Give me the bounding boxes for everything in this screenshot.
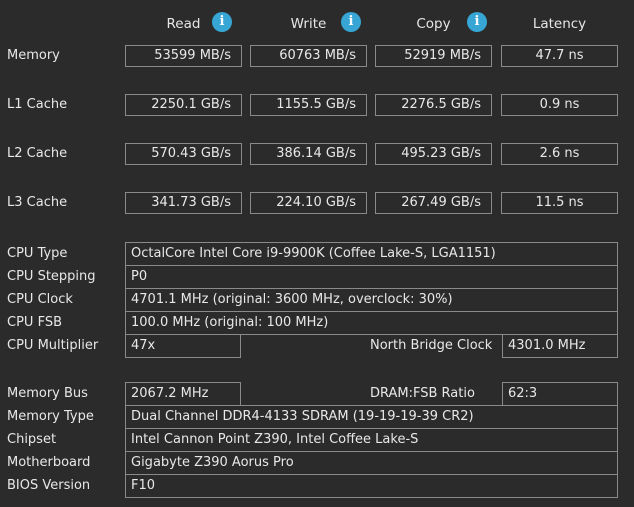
l3-copy-value: 267.49 GB/s — [375, 192, 492, 214]
info-icon[interactable]: i — [212, 12, 232, 32]
info-icon[interactable]: i — [467, 12, 487, 32]
l3-write-value: 224.10 GB/s — [250, 192, 367, 214]
row-label-l1: L1 Cache — [7, 97, 68, 112]
bios-version-value: F10 — [125, 474, 618, 498]
l3-latency-value: 11.5 ns — [501, 192, 618, 214]
memory-write-value: 60763 MB/s — [250, 45, 367, 67]
north-bridge-clock-label: North Bridge Clock — [370, 338, 493, 353]
chipset-label: Chipset — [7, 432, 57, 447]
dram-fsb-ratio-value: 62:3 — [502, 382, 618, 406]
header-latency: Latency — [532, 16, 587, 32]
info-icon[interactable]: i — [341, 12, 361, 32]
row-label-memory: Memory — [7, 48, 60, 63]
motherboard-value: Gigabyte Z390 Aorus Pro — [125, 451, 618, 475]
l3-read-value: 341.73 GB/s — [125, 192, 242, 214]
cpu-multiplier-value: 47x — [125, 334, 241, 358]
memory-bus-label: Memory Bus — [7, 386, 88, 401]
l2-copy-value: 495.23 GB/s — [375, 143, 492, 165]
l1-write-value: 1155.5 GB/s — [250, 94, 367, 116]
memory-bus-value: 2067.2 MHz — [125, 382, 241, 406]
l1-read-value: 2250.1 GB/s — [125, 94, 242, 116]
memory-copy-value: 52919 MB/s — [375, 45, 492, 67]
l2-read-value: 570.43 GB/s — [125, 143, 242, 165]
cpu-type-value: OctalCore Intel Core i9-9900K (Coffee La… — [125, 242, 618, 266]
memory-type-value: Dual Channel DDR4-4133 SDRAM (19-19-19-3… — [125, 405, 618, 429]
memory-type-label: Memory Type — [7, 409, 94, 424]
north-bridge-clock-value: 4301.0 MHz — [502, 334, 618, 358]
row-label-l3: L3 Cache — [7, 195, 68, 210]
l2-write-value: 386.14 GB/s — [250, 143, 367, 165]
cpu-stepping-label: CPU Stepping — [7, 269, 96, 284]
l1-copy-value: 2276.5 GB/s — [375, 94, 492, 116]
row-label-l2: L2 Cache — [7, 146, 68, 161]
chipset-value: Intel Cannon Point Z390, Intel Coffee La… — [125, 428, 618, 452]
dram-fsb-ratio-label: DRAM:FSB Ratio — [370, 386, 475, 401]
motherboard-label: Motherboard — [7, 455, 91, 470]
l1-latency-value: 0.9 ns — [501, 94, 618, 116]
bios-version-label: BIOS Version — [7, 478, 91, 493]
cpu-stepping-value: P0 — [125, 265, 618, 289]
cpu-multiplier-label: CPU Multiplier — [7, 338, 99, 353]
cpu-clock-value: 4701.1 MHz (original: 3600 MHz, overcloc… — [125, 288, 618, 312]
cpu-type-label: CPU Type — [7, 246, 68, 261]
cpu-clock-label: CPU Clock — [7, 292, 73, 307]
l2-latency-value: 2.6 ns — [501, 143, 618, 165]
cpu-fsb-value: 100.0 MHz (original: 100 MHz) — [125, 311, 618, 335]
memory-latency-value: 47.7 ns — [501, 45, 618, 67]
cpu-fsb-label: CPU FSB — [7, 315, 62, 330]
memory-read-value: 53599 MB/s — [125, 45, 242, 67]
